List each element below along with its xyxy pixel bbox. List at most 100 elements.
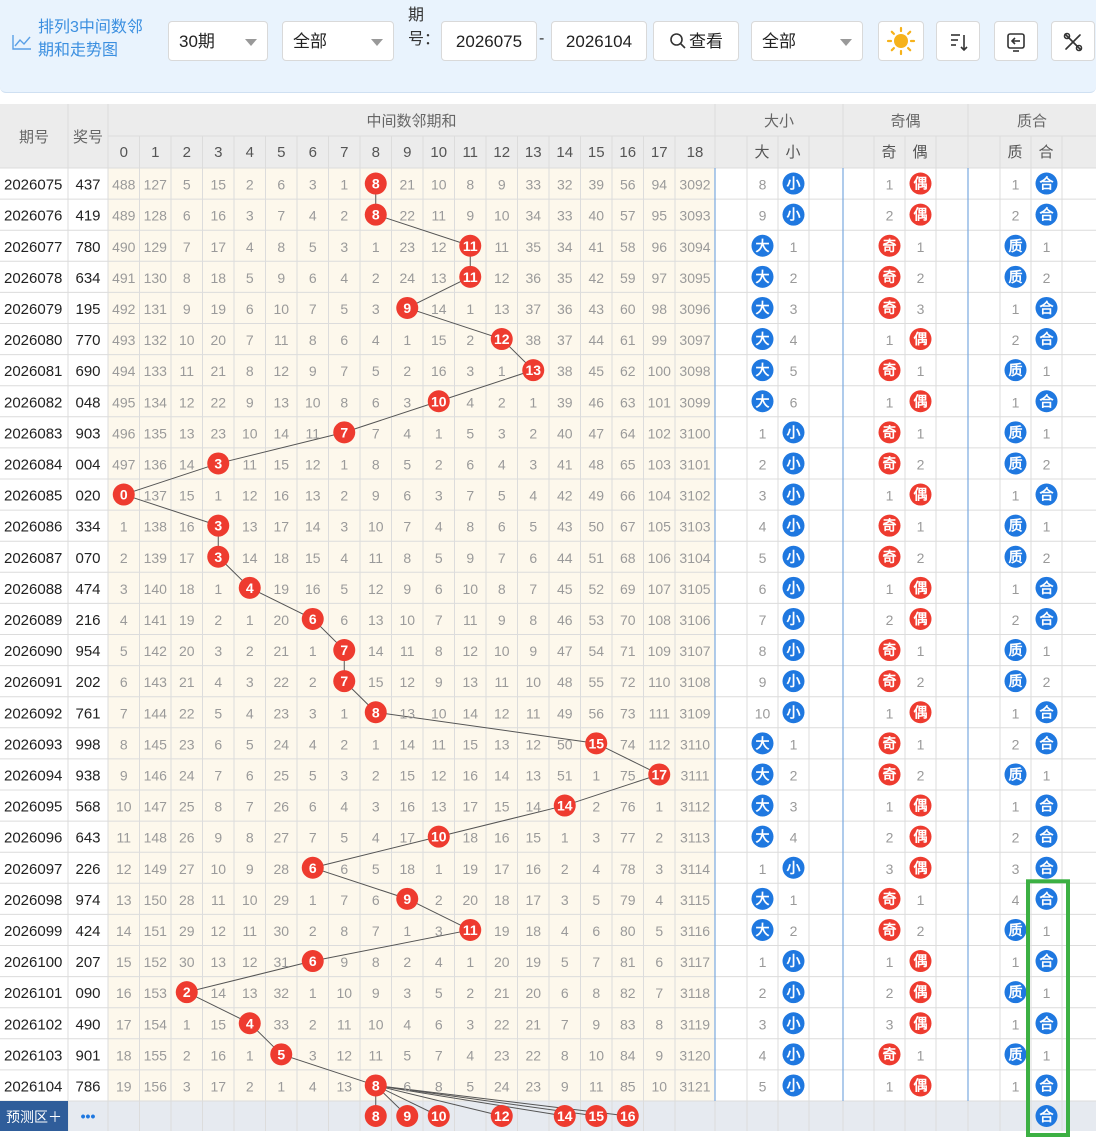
- jo-ball: 偶: [914, 487, 928, 503]
- miss-cell: 66: [620, 488, 636, 504]
- dx-ball: 大: [756, 393, 770, 409]
- issue-cell: 2026090: [4, 643, 62, 660]
- award-cell: 020: [75, 488, 100, 505]
- miss-cell: 1: [309, 643, 317, 659]
- jo-miss-cell: 2: [917, 674, 925, 690]
- dx-miss-cell: 4: [790, 830, 798, 846]
- miss-cell: 5: [246, 736, 254, 752]
- miss-cell: 37: [525, 301, 541, 317]
- miss-cell: 13: [305, 488, 321, 504]
- miss-cell: 5: [340, 301, 348, 317]
- miss-cell: 65: [620, 456, 636, 472]
- miss-cell: 69: [620, 581, 636, 597]
- miss-cell: 13: [525, 767, 541, 783]
- filter-select[interactable]: 全部: [282, 21, 394, 61]
- miss-cell: 135: [144, 425, 168, 441]
- jo-ball: 奇: [883, 673, 897, 689]
- forecast-zh-ball[interactable]: 合: [1040, 1108, 1055, 1124]
- miss-cell: 28: [273, 861, 289, 877]
- miss-cell: 47: [588, 425, 604, 441]
- miss-cell: 16: [399, 799, 415, 815]
- forecast-ball[interactable]: 8: [372, 1108, 380, 1124]
- miss-cell: 14: [494, 767, 510, 783]
- miss-cell: 152: [144, 954, 168, 970]
- issue-range-dash: -: [539, 30, 545, 47]
- miss-cell: 3113: [680, 830, 710, 846]
- miss-cell: 4: [592, 861, 600, 877]
- miss-cell: 3: [120, 581, 128, 597]
- miss-cell: 3095: [679, 270, 710, 286]
- tools-button[interactable]: [1051, 21, 1095, 61]
- jo-ball: 奇: [883, 269, 897, 285]
- miss-cell: 17: [179, 550, 195, 566]
- miss-cell: 147: [144, 799, 168, 815]
- miss-cell: 5: [435, 985, 443, 1001]
- more-icon[interactable]: •••: [81, 1108, 96, 1124]
- forecast-ball[interactable]: 9: [403, 1108, 411, 1124]
- miss-cell: 6: [214, 736, 222, 752]
- forecast-label[interactable]: 预测区＋: [6, 1109, 62, 1125]
- forecast-ball[interactable]: 14: [557, 1108, 573, 1124]
- dx-miss-cell: 3: [790, 799, 798, 815]
- miss-cell: 1: [403, 332, 411, 348]
- period-select[interactable]: 30期: [168, 21, 268, 61]
- issue-from-input[interactable]: 2026075: [441, 21, 537, 61]
- miss-cell: 85: [620, 1078, 636, 1094]
- zh-ball: 合: [1040, 1077, 1055, 1093]
- jo-ball: 奇: [883, 922, 897, 938]
- main-col-header: 4: [246, 144, 254, 161]
- hit-ball: 9: [403, 891, 411, 907]
- miss-cell: 10: [588, 1047, 604, 1063]
- forecast-ball[interactable]: 15: [588, 1108, 604, 1124]
- miss-cell: 108: [648, 612, 672, 628]
- miss-cell: 6: [372, 892, 380, 908]
- zh-ball: 合: [1040, 860, 1055, 876]
- miss-cell: 6: [529, 550, 537, 566]
- jo-miss-cell: 3: [917, 301, 925, 317]
- issue-to-input[interactable]: 2026104: [551, 21, 647, 61]
- issue-cell: 2026097: [4, 861, 62, 878]
- theme-button[interactable]: [878, 21, 924, 61]
- forecast-ball[interactable]: 10: [431, 1108, 447, 1124]
- miss-cell: 35: [557, 270, 573, 286]
- miss-cell: 50: [557, 736, 573, 752]
- query-button[interactable]: 查看: [653, 21, 739, 61]
- miss-cell: 129: [144, 239, 168, 255]
- zh-ball: 质: [1009, 362, 1023, 378]
- miss-cell: 102: [648, 425, 672, 441]
- miss-cell: 19: [116, 1078, 132, 1094]
- dx-miss-cell: 2: [759, 456, 767, 472]
- miss-cell: 496: [112, 425, 136, 441]
- main-col-header: 1: [151, 144, 159, 161]
- miss-cell: 50: [588, 519, 604, 535]
- miss-cell: 26: [273, 799, 289, 815]
- miss-cell: 13: [368, 612, 384, 628]
- miss-cell: 139: [144, 550, 168, 566]
- filter-select-2[interactable]: 全部: [751, 21, 863, 61]
- jo-miss-cell: 1: [917, 643, 925, 659]
- sort-button[interactable]: [936, 21, 980, 61]
- miss-cell: 148: [144, 830, 168, 846]
- miss-cell: 5: [403, 1047, 411, 1063]
- miss-cell: 64: [620, 425, 636, 441]
- forecast-ball[interactable]: 16: [620, 1108, 636, 1124]
- miss-cell: 3106: [679, 612, 710, 628]
- hit-ball: 12: [494, 331, 510, 347]
- miss-cell: 491: [112, 270, 136, 286]
- miss-cell: 9: [466, 208, 474, 224]
- hit-ball: 8: [372, 1077, 380, 1093]
- miss-cell: 3: [403, 985, 411, 1001]
- jo-ball: 奇: [883, 1046, 897, 1062]
- back-button[interactable]: [994, 21, 1038, 61]
- miss-cell: 134: [144, 394, 168, 410]
- miss-cell: 2: [340, 488, 348, 504]
- forecast-ball[interactable]: 12: [494, 1108, 510, 1124]
- zh-miss-cell: 1: [1043, 643, 1051, 659]
- miss-cell: 3121: [679, 1078, 710, 1094]
- miss-cell: 10: [494, 208, 510, 224]
- miss-cell: 6: [183, 208, 191, 224]
- issue-cell: 2026077: [4, 239, 62, 256]
- miss-cell: 1: [655, 799, 663, 815]
- miss-cell: 2: [183, 1047, 191, 1063]
- miss-cell: 2: [120, 550, 128, 566]
